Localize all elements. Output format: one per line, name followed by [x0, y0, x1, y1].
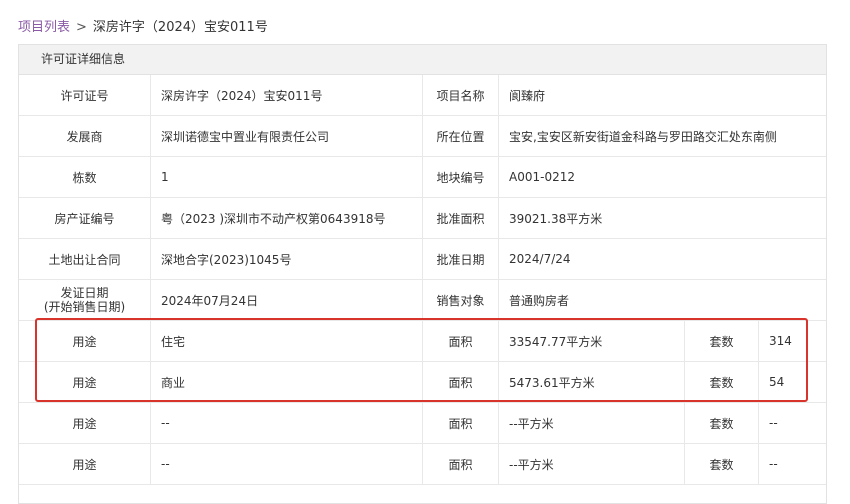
- info-row-issue-date: 发证日期 (开始销售日期) 2024年07月24日 销售对象 普通购房者: [19, 280, 826, 321]
- info-row-license-number: 许可证号 深房许字（2024）宝安011号 项目名称 阆臻府: [19, 75, 826, 116]
- info-row-land-contract: 土地出让合同 深地合字(2023)1045号 批准日期 2024/7/24: [19, 239, 826, 280]
- row-label: 用途: [19, 321, 151, 361]
- usage-value: 商业: [151, 362, 423, 402]
- row-label: 面积: [423, 444, 499, 484]
- usage-row: 用途 -- 面积 --平方米 套数 --: [19, 444, 826, 485]
- unit-count-value: --: [769, 457, 778, 471]
- row-label: 套数: [685, 362, 759, 402]
- property-cert-value: 粤（2023 )深圳市不动产权第0643918号: [151, 198, 423, 238]
- developer-value: 深圳诺德宝中置业有限责任公司: [151, 116, 423, 156]
- row-label: 面积: [423, 362, 499, 402]
- info-row-developer: 发展商 深圳诺德宝中置业有限责任公司 所在位置 宝安,宝安区新安街道金科路与罗田…: [19, 116, 826, 157]
- project-name-value: 阆臻府: [509, 88, 546, 103]
- row-label: 房产证编号: [19, 198, 151, 238]
- building-count-value: 1: [151, 157, 423, 197]
- row-label: 所在位置: [423, 116, 499, 156]
- usage-value: --: [151, 444, 423, 484]
- row-label: 套数: [685, 321, 759, 361]
- row-label: 项目名称: [423, 75, 499, 115]
- row-label: 销售对象: [423, 280, 499, 320]
- license-number-value: 深房许字（2024）宝安011号: [151, 75, 423, 115]
- row-label: 栋数: [19, 157, 151, 197]
- row-label: 批准日期: [423, 239, 499, 279]
- land-contract-value: 深地合字(2023)1045号: [151, 239, 423, 279]
- approval-date-value: 2024/7/24: [509, 252, 571, 266]
- issue-date-label: 发证日期: [60, 286, 109, 300]
- row-label: 用途: [19, 444, 151, 484]
- row-label: 面积: [423, 321, 499, 361]
- row-label: 用途: [19, 403, 151, 443]
- row-label: 套数: [685, 403, 759, 443]
- row-label: 用途: [19, 362, 151, 402]
- panel-title: 许可证详细信息: [19, 45, 826, 75]
- row-label: 土地出让合同: [19, 239, 151, 279]
- issue-date-value: 2024年07月24日: [151, 280, 423, 320]
- location-value: 宝安,宝安区新安街道金科路与罗田路交汇处东南侧: [509, 129, 777, 144]
- sale-start-label: (开始销售日期): [43, 300, 126, 314]
- row-label: 发展商: [19, 116, 151, 156]
- breadcrumb: 项目列表 > 深房许字（2024）宝安011号: [18, 16, 268, 35]
- area-value: 5473.61平方米: [499, 362, 685, 402]
- row-label: 发证日期 (开始销售日期): [19, 280, 151, 320]
- usage-value: --: [151, 403, 423, 443]
- area-value: --平方米: [499, 444, 685, 484]
- license-detail-panel: 许可证详细信息 许可证号 深房许字（2024）宝安011号 项目名称 阆臻府 发…: [18, 44, 827, 504]
- usage-row: 用途 住宅 面积 33547.77平方米 套数 314: [19, 321, 826, 362]
- breadcrumb-current: 深房许字（2024）宝安011号: [92, 20, 268, 35]
- info-row-property-cert: 房产证编号 粤（2023 )深圳市不动产权第0643918号 批准面积 3902…: [19, 198, 826, 239]
- unit-count-value: 314: [769, 334, 792, 348]
- sales-target-value: 普通购房者: [509, 293, 570, 308]
- area-value: 33547.77平方米: [499, 321, 685, 361]
- breadcrumb-project-list-link[interactable]: 项目列表: [18, 20, 70, 35]
- usage-row: 用途 -- 面积 --平方米 套数 --: [19, 403, 826, 444]
- usage-value: 住宅: [151, 321, 423, 361]
- row-label: 批准面积: [423, 198, 499, 238]
- unit-count-value: --: [769, 416, 778, 430]
- row-label: 许可证号: [19, 75, 151, 115]
- row-label: 地块编号: [423, 157, 499, 197]
- area-value: --平方米: [499, 403, 685, 443]
- usage-row: 用途 商业 面积 5473.61平方米 套数 54: [19, 362, 826, 403]
- unit-count-value: 54: [769, 375, 785, 389]
- row-label: 面积: [423, 403, 499, 443]
- info-row-buildings: 栋数 1 地块编号 A001-0212: [19, 157, 826, 198]
- approved-area-value: 39021.38平方米: [509, 211, 603, 226]
- row-label: 套数: [685, 444, 759, 484]
- breadcrumb-separator: >: [76, 20, 87, 35]
- plot-number-value: A001-0212: [509, 170, 575, 184]
